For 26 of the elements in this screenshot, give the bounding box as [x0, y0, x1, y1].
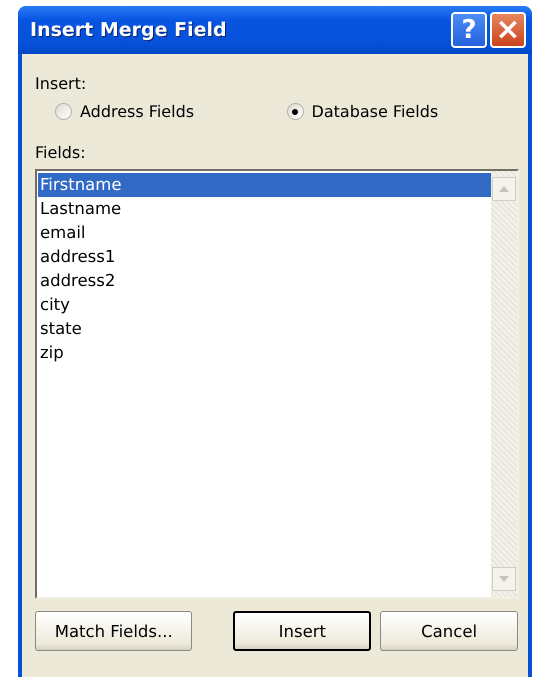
- scroll-down-icon[interactable]: [492, 567, 516, 591]
- list-item[interactable]: state: [38, 317, 491, 341]
- list-item[interactable]: Firstname: [38, 173, 491, 197]
- list-item[interactable]: city: [38, 293, 491, 317]
- fields-label: Fields:: [35, 143, 87, 163]
- insert-label: Insert:: [35, 74, 88, 94]
- radio-button[interactable]: [286, 103, 304, 120]
- help-button[interactable]: ?: [451, 12, 487, 48]
- close-button[interactable]: ×: [490, 12, 526, 48]
- dialog-button[interactable]: Insert: [233, 611, 372, 651]
- radio-option[interactable]: Database Fields: [286, 102, 518, 121]
- fields-listbox[interactable]: Firstname Lastname email address1 address2 city state zip: [35, 169, 519, 599]
- dialog-button[interactable]: Cancel: [380, 611, 518, 651]
- list-item[interactable]: address2: [38, 269, 491, 293]
- list-item[interactable]: zip: [38, 341, 491, 365]
- scrollbar[interactable]: [491, 171, 517, 597]
- list-item[interactable]: address1: [38, 245, 491, 269]
- radio-option[interactable]: Address Fields: [55, 102, 286, 121]
- window-title: Insert Merge Field: [30, 19, 227, 41]
- radio-button[interactable]: [55, 103, 72, 120]
- scroll-up-icon[interactable]: [492, 177, 516, 201]
- list-item[interactable]: Lastname: [38, 197, 491, 221]
- dialog-button[interactable]: Match Fields...: [35, 611, 192, 651]
- radio-label: Address Fields: [80, 102, 194, 121]
- radio-label: Database Fields: [312, 102, 438, 121]
- list-item[interactable]: email: [38, 221, 491, 245]
